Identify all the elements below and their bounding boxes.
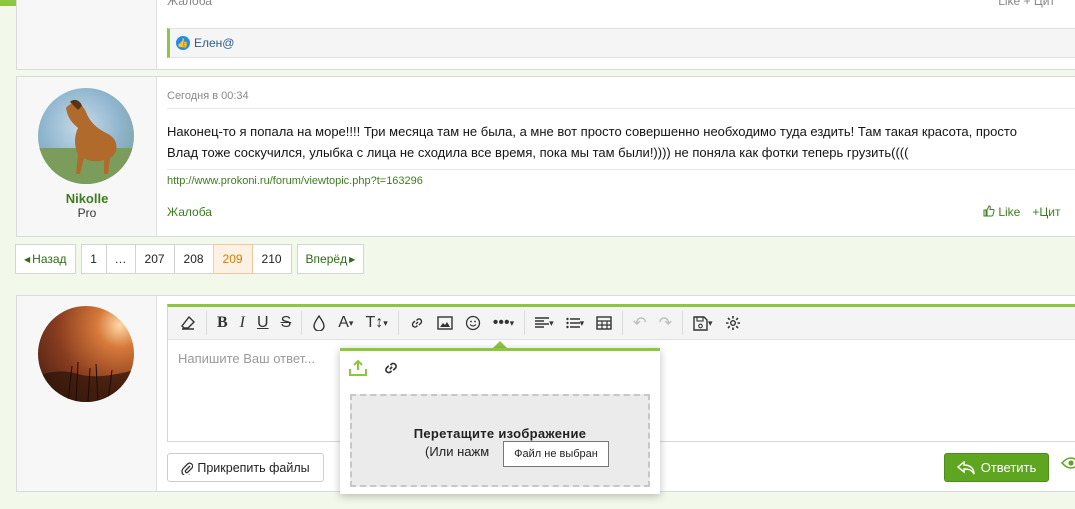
horse-icon [38,99,134,184]
grass-icon [38,361,134,402]
eye-icon[interactable] [1061,456,1075,470]
forum-post: Nikolle Pro Сегодня в 00:34 Наконец-то я… [16,76,1075,237]
post-body-line: Наконец-то я попала на море!!!! Три меся… [167,124,1017,139]
redo-icon[interactable]: ↷ [653,310,678,336]
caret-right-icon: ▶ [349,254,356,264]
reactions-bar: 👍 Елен@ [167,28,1075,58]
align-icon[interactable]: ▾ [529,310,560,336]
link-icon[interactable] [403,310,431,336]
submit-reply-label: Ответить [980,460,1037,475]
post-body-line: Влад тоже соскучился, улыбка с лица не с… [167,145,909,160]
username[interactable]: Nikolle [17,191,157,206]
post-date[interactable]: Сегодня в 00:34 [167,90,249,102]
previous-post-report-link[interactable]: Жалоба [167,0,212,8]
divider [167,108,1075,109]
reactions-user-link[interactable]: Елен@ [194,36,235,50]
toolbar-separator [681,311,683,335]
dropzone-subtitle: (Или нажм [425,444,490,459]
next-page-button[interactable]: Вперёд ▶ [296,244,365,274]
font-size-icon[interactable]: T↕ ▾ [359,310,393,336]
table-icon[interactable] [590,310,618,336]
caret-left-icon: ◀ [24,254,31,264]
strikethrough-icon[interactable]: S [275,310,298,336]
dropzone-title: Перетащите изображение [413,426,587,441]
image-icon[interactable] [431,310,459,336]
thumbs-up-icon [983,205,995,217]
file-input-tooltip: Файл не выбран [503,441,609,467]
popup-tabs [348,359,400,377]
more-options-icon[interactable]: ••• ▾ [487,310,520,336]
post-user-sidebar: Nikolle Pro [17,77,157,236]
current-user-avatar[interactable] [38,306,134,402]
reply-user-sidebar [17,296,157,491]
italic-icon[interactable]: I [234,310,251,336]
quote-label: Цит [1039,205,1061,219]
reply-arrow-icon [956,460,975,474]
page-button[interactable]: 208 [174,244,214,274]
page-ellipsis[interactable]: … [106,244,136,274]
link-icon[interactable] [382,359,400,377]
text-color-icon[interactable] [306,310,332,336]
underline-icon[interactable]: U [251,310,275,336]
page-button[interactable]: 1 [80,244,107,274]
upload-icon[interactable] [348,359,368,377]
toolbar-separator [397,311,399,335]
previous-post-actions[interactable]: Like + Цит [998,0,1055,8]
quote-button[interactable]: +Цит [1032,205,1060,219]
previous-post-like[interactable]: Like [998,0,1020,8]
toolbar-separator [301,311,303,335]
bold-icon[interactable]: B [211,310,234,336]
attach-files-button[interactable]: Прикрепить файлы [167,453,324,482]
previous-post: Жалоба Like + Цит 👍 Елен@ [16,0,1075,70]
previous-post-quote[interactable]: + Цит [1024,0,1055,8]
paperclip-icon [181,462,194,475]
editor-toolbar: B I U S A ▾ T↕ ▾ ••• ▾ ▾ ▾ ↶ ↷ ▾ [168,307,1075,340]
insert-image-popup: Перетащите изображение (Или нажм [340,348,660,494]
prev-page-label: Назад [32,252,67,266]
save-draft-icon[interactable]: ▾ [687,310,719,336]
list-icon[interactable]: ▾ [560,310,591,336]
emoji-icon[interactable] [459,310,487,336]
submit-reply-button[interactable]: Ответить [944,453,1049,482]
toolbar-separator [622,311,624,335]
undo-icon[interactable]: ↶ [627,310,652,336]
toolbar-separator [524,311,526,335]
post-link[interactable]: http://www.prokoni.ru/forum/viewtopic.ph… [167,175,423,187]
thumbs-up-icon: 👍 [176,36,190,50]
clear-formatting-icon[interactable] [174,310,202,336]
report-link[interactable]: Жалоба [167,205,212,219]
reply-textarea[interactable]: Напишите Ваш ответ... [178,351,315,366]
attach-files-label: Прикрепить файлы [197,460,310,475]
previous-post-sidebar [17,0,157,69]
page-button-current[interactable]: 209 [213,244,253,274]
like-label: Like [998,205,1021,219]
settings-gear-icon[interactable] [719,310,747,336]
font-family-icon[interactable]: A ▾ [332,310,359,336]
pagination: ◀ Назад 1 … 207 208 209 210 Вперёд ▶ [15,244,369,274]
next-page-label: Вперёд [305,252,348,266]
prev-page-button[interactable]: ◀ Назад [15,244,76,274]
toolbar-separator [206,311,207,335]
like-button[interactable]: Like [983,205,1020,219]
post-body: Наконец-то я попала на море!!!! Три меся… [167,121,1075,163]
page-button[interactable]: 207 [135,244,175,274]
post-actions: Like +Цит [983,205,1060,219]
page-button[interactable]: 210 [252,244,292,274]
user-title: Pro [77,206,97,220]
divider [167,169,1075,170]
user-avatar[interactable] [38,88,134,184]
